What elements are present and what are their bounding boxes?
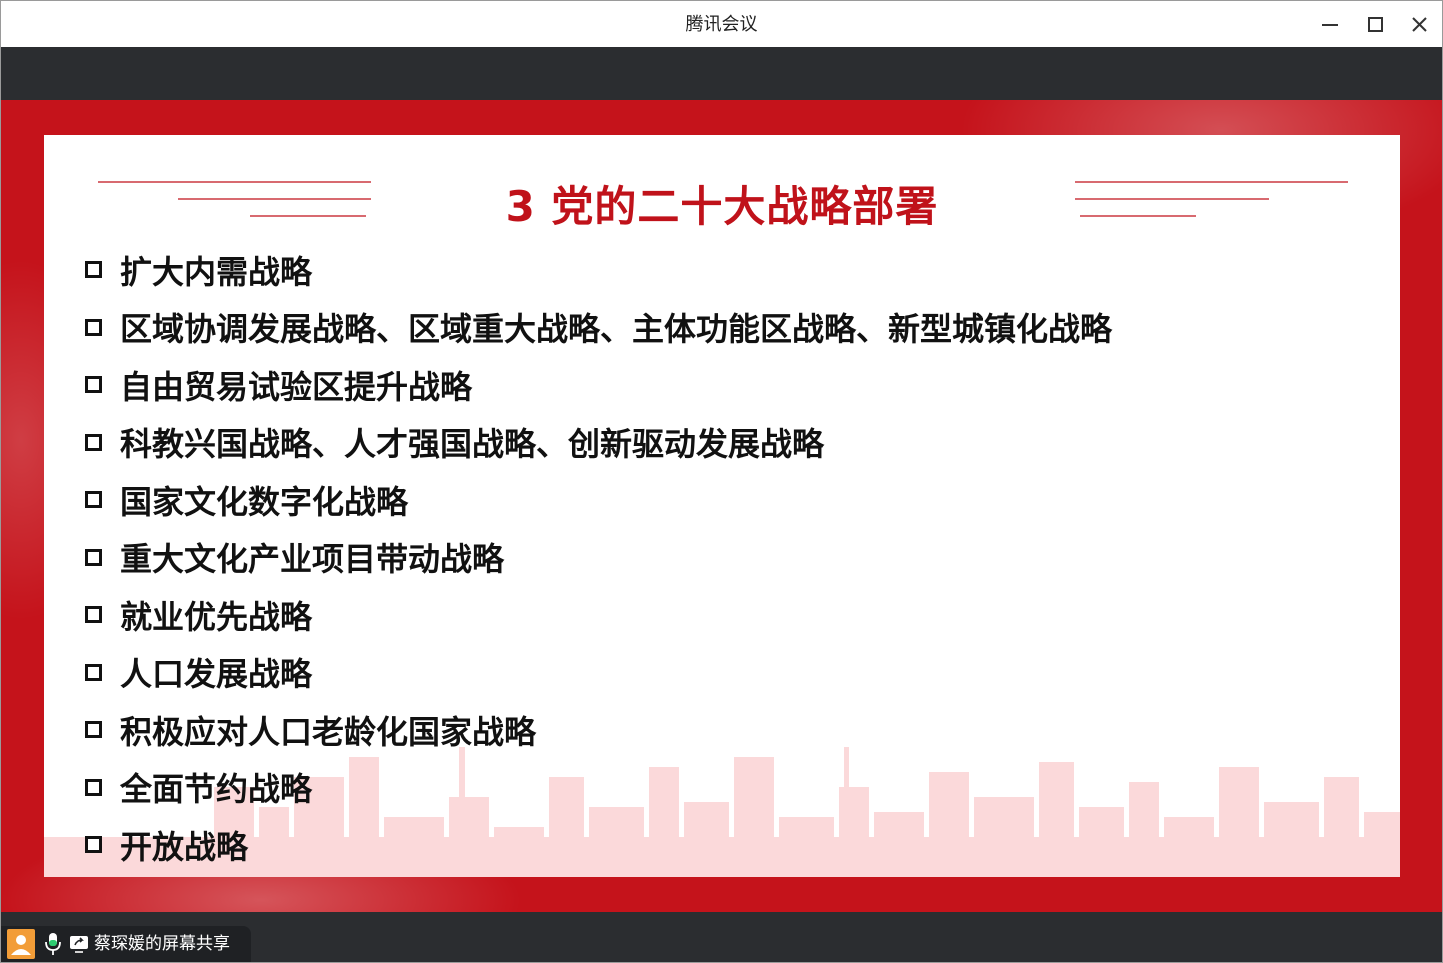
checkbox-bullet-icon: [85, 261, 102, 279]
list-item-text: 区域协调发展战略、区域重大战略、主体功能区战略、新型城镇化战略: [120, 310, 1113, 349]
close-icon: [1412, 17, 1427, 32]
list-item-text: 全面节约战略: [120, 770, 313, 809]
list-item: 重大文化产业项目带动战略: [85, 529, 1112, 587]
checkbox-bullet-icon: [85, 721, 102, 739]
list-item-text: 国家文化数字化战略: [120, 482, 409, 521]
list-item: 扩大内需战略: [85, 241, 1112, 299]
checkbox-bullet-icon: [85, 548, 102, 566]
title-bar: 腾讯会议: [1, 1, 1442, 47]
slide-content-card: 3 党的二十大战略部署 扩大内需战略 区域协调发展战略、区域重大战略、主体功能区…: [44, 135, 1400, 877]
list-item-text: 科教兴国战略、人才强国战略、创新驱动发展战略: [120, 425, 825, 464]
close-button[interactable]: [1404, 9, 1434, 39]
list-item-text: 积极应对人口老龄化国家战略: [120, 712, 537, 751]
list-item: 自由贸易试验区提升战略: [85, 356, 1112, 414]
meeting-window: 腾讯会议 3 党的二十大战略部署 扩大内需战略 区域协调发展战略、区域重大战略、…: [0, 0, 1443, 963]
list-item-text: 自由贸易试验区提升战略: [120, 367, 473, 406]
list-item-text: 扩大内需战略: [120, 252, 313, 291]
list-item-text: 开放战略: [120, 827, 249, 866]
microphone-icon[interactable]: [44, 932, 62, 956]
checkbox-bullet-icon: [85, 663, 102, 681]
list-item-text: 重大文化产业项目带动战略: [120, 540, 505, 579]
list-item: 科教兴国战略、人才强国战略、创新驱动发展战略: [85, 414, 1112, 472]
list-item: 全面节约战略: [85, 759, 1112, 817]
user-avatar-icon[interactable]: [7, 929, 35, 959]
list-item: 开放战略: [85, 816, 1112, 874]
checkbox-bullet-icon: [85, 491, 102, 509]
maximize-button[interactable]: [1360, 9, 1390, 39]
minimize-icon: [1322, 24, 1338, 26]
list-item-text: 人口发展战略: [120, 655, 313, 694]
window-title: 腾讯会议: [685, 14, 758, 35]
screen-share-label: 蔡琛媛的屏幕共享: [94, 934, 230, 954]
minimize-button[interactable]: [1314, 9, 1344, 39]
screen-share-icon: [70, 936, 88, 953]
list-item: 国家文化数字化战略: [85, 471, 1112, 529]
list-item: 人口发展战略: [85, 644, 1112, 702]
list-item-text: 就业优先战略: [120, 597, 313, 636]
list-item: 区域协调发展战略、区域重大战略、主体功能区战略、新型城镇化战略: [85, 299, 1112, 357]
list-item: 积极应对人口老龄化国家战略: [85, 701, 1112, 759]
slide-title: 3 党的二十大战略部署: [505, 182, 939, 231]
checkbox-bullet-icon: [85, 318, 102, 336]
checkbox-bullet-icon: [85, 778, 102, 796]
maximize-icon: [1368, 17, 1383, 32]
checkbox-bullet-icon: [85, 376, 102, 394]
list-item: 就业优先战略: [85, 586, 1112, 644]
checkbox-bullet-icon: [85, 433, 102, 451]
checkbox-bullet-icon: [85, 836, 102, 854]
checkbox-bullet-icon: [85, 606, 102, 624]
strategy-list: 扩大内需战略 区域协调发展战略、区域重大战略、主体功能区战略、新型城镇化战略 自…: [85, 241, 1112, 874]
